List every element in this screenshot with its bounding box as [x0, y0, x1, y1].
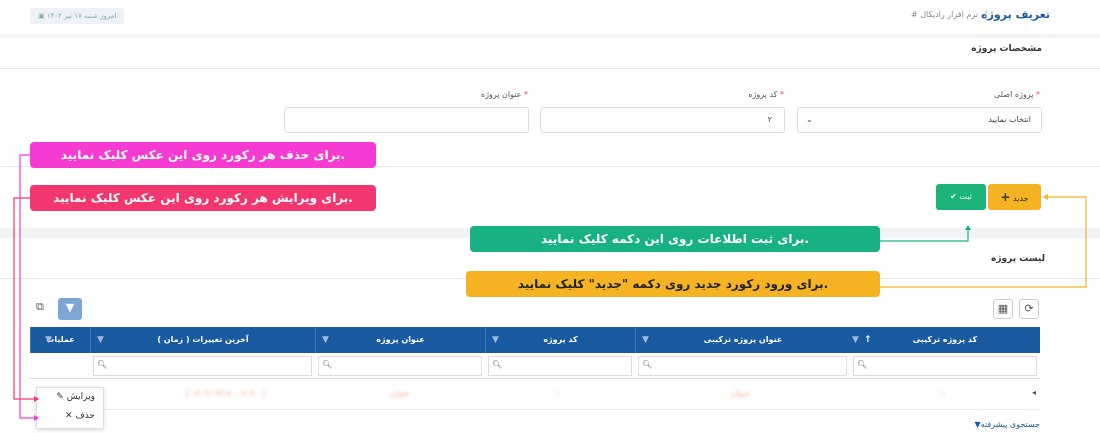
arrow-new — [880, 196, 1087, 288]
arrow-save-head — [965, 225, 971, 230]
annotation-arrows — [13, 154, 1087, 421]
arrow-save — [880, 230, 969, 242]
arrow-edit — [13, 197, 34, 400]
arrow-new-head — [1043, 194, 1048, 200]
arrow-edit-head — [34, 396, 39, 402]
arrow-delete-head — [34, 415, 39, 421]
arrow-delete — [19, 154, 40, 419]
